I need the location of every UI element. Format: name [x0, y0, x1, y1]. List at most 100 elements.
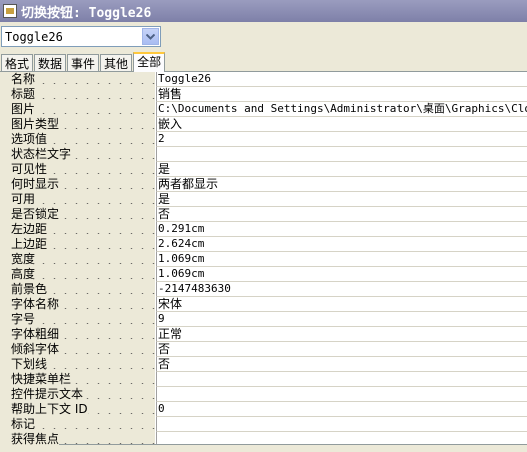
property-row: 上边距 2.624cm	[0, 237, 527, 252]
property-name: 何时显示	[0, 177, 60, 191]
property-row: 标记	[0, 417, 527, 432]
property-name: 可见性	[0, 162, 48, 176]
chevron-down-icon[interactable]	[142, 28, 159, 45]
property-name-cell[interactable]: 字体名称	[0, 297, 155, 312]
property-name-cell[interactable]: 可用	[0, 192, 155, 207]
property-name: 图片	[0, 102, 36, 116]
property-row: 倾斜字体 否	[0, 342, 527, 357]
property-row: 何时显示 两者都显示	[0, 177, 527, 192]
property-value[interactable]: 两者都显示	[156, 177, 527, 192]
property-name-cell[interactable]: 上边距	[0, 237, 155, 252]
property-row: 下划线 否	[0, 357, 527, 372]
property-row: 帮助上下文 ID 0	[0, 402, 527, 417]
property-value[interactable]	[156, 372, 527, 387]
tab-other[interactable]: 其他	[100, 54, 133, 72]
object-selector-combo[interactable]: Toggle26	[1, 26, 161, 47]
property-row: 可见性 是	[0, 162, 527, 177]
property-value[interactable]: 1.069cm	[156, 252, 527, 267]
property-name: 快捷菜单栏	[0, 372, 72, 386]
property-row: 左边距 0.291cm	[0, 222, 527, 237]
property-row: 控件提示文本	[0, 387, 527, 402]
property-name: 可用	[0, 192, 36, 206]
property-name: 倾斜字体	[0, 342, 60, 356]
property-row: 名称 Toggle26	[0, 72, 527, 87]
property-value[interactable]	[156, 387, 527, 402]
property-value[interactable]: 正常	[156, 327, 527, 342]
property-value[interactable]: Toggle26	[156, 72, 527, 87]
property-name: 图片类型	[0, 117, 60, 131]
tab-strip: 格式 数据 事件 其他 全部	[1, 52, 166, 72]
property-name: 名称	[0, 72, 36, 86]
property-value[interactable]	[156, 417, 527, 432]
property-name: 下划线	[0, 357, 48, 371]
property-name: 字体名称	[0, 297, 60, 311]
property-row: 快捷菜单栏	[0, 372, 527, 387]
property-name-cell[interactable]: 控件提示文本	[0, 387, 155, 402]
property-value[interactable]: -2147483630	[156, 282, 527, 297]
property-name: 上边距	[0, 237, 48, 251]
property-name-cell[interactable]: 图片类型	[0, 117, 155, 132]
property-name: 选项值	[0, 132, 48, 146]
property-row: 前景色 -2147483630	[0, 282, 527, 297]
property-value[interactable]: 1.069cm	[156, 267, 527, 282]
property-name-cell[interactable]: 高度	[0, 267, 155, 282]
property-row: 选项值 2	[0, 132, 527, 147]
property-value[interactable]: 否	[156, 207, 527, 222]
property-value[interactable]	[156, 147, 527, 162]
property-grid: 名称 Toggle26 标题 销售图片 C:\Documents and Setting…	[0, 71, 527, 445]
property-name-cell[interactable]: 标题	[0, 87, 155, 102]
property-name-cell[interactable]: 是否锁定	[0, 207, 155, 222]
property-name-cell[interactable]: 快捷菜单栏	[0, 372, 155, 387]
property-name-cell[interactable]: 标记	[0, 417, 155, 432]
property-name-cell[interactable]: 何时显示	[0, 177, 155, 192]
property-name: 字体粗细	[0, 327, 60, 341]
property-name-cell[interactable]: 帮助上下文 ID	[0, 402, 155, 417]
property-name: 获得焦点	[0, 432, 60, 445]
property-row: 标题 销售	[0, 87, 527, 102]
property-name-cell[interactable]: 状态栏文字	[0, 147, 155, 162]
tab-event[interactable]: 事件	[67, 54, 100, 72]
property-row: 状态栏文字	[0, 147, 527, 162]
property-value[interactable]: 是	[156, 162, 527, 177]
property-sheet-icon	[3, 4, 17, 18]
property-name-cell[interactable]: 倾斜字体	[0, 342, 155, 357]
property-value[interactable]: 2.624cm	[156, 237, 527, 252]
property-name: 高度	[0, 267, 36, 281]
tab-all[interactable]: 全部	[133, 52, 166, 72]
property-name: 宽度	[0, 252, 36, 266]
property-name-cell[interactable]: 字号	[0, 312, 155, 327]
property-name: 前景色	[0, 282, 48, 296]
property-name-cell[interactable]: 宽度	[0, 252, 155, 267]
property-name: 是否锁定	[0, 207, 60, 221]
property-name-cell[interactable]: 字体粗细	[0, 327, 155, 342]
property-name-cell[interactable]: 图片	[0, 102, 155, 117]
property-value[interactable]: 9	[156, 312, 527, 327]
property-value[interactable]: 否	[156, 342, 527, 357]
property-value[interactable]: 嵌入	[156, 117, 527, 132]
property-name-cell[interactable]: 左边距	[0, 222, 155, 237]
property-name-cell[interactable]: 名称	[0, 72, 155, 87]
property-row: 图片 C:\Documents and Settings\Administrato…	[0, 102, 527, 117]
title-bar: 切换按钮: Toggle26	[0, 0, 527, 22]
property-value[interactable]: 否	[156, 357, 527, 372]
property-name-cell[interactable]: 前景色	[0, 282, 155, 297]
property-name-cell[interactable]: 下划线	[0, 357, 155, 372]
property-value[interactable]: 是	[156, 192, 527, 207]
property-row: 可用 是	[0, 192, 527, 207]
property-value[interactable]: 宋体	[156, 297, 527, 312]
property-value[interactable]: 2	[156, 132, 527, 147]
property-row: 字体粗细 正常	[0, 327, 527, 342]
property-name-cell[interactable]: 选项值	[0, 132, 155, 147]
property-value[interactable]: C:\Documents and Settings\Administrator\…	[156, 102, 527, 117]
property-name: 标记	[0, 417, 36, 431]
property-value[interactable]: 销售	[156, 87, 527, 102]
property-value[interactable]: 0.291cm	[156, 222, 527, 237]
property-name: 标题	[0, 87, 36, 101]
property-name-cell[interactable]: 可见性	[0, 162, 155, 177]
property-row: 高度 1.069cm	[0, 267, 527, 282]
tab-data[interactable]: 数据	[34, 54, 67, 72]
property-row: 字体名称 宋体	[0, 297, 527, 312]
property-value[interactable]: 0	[156, 402, 527, 417]
property-name: 字号	[0, 312, 36, 326]
tab-format[interactable]: 格式	[1, 54, 34, 72]
